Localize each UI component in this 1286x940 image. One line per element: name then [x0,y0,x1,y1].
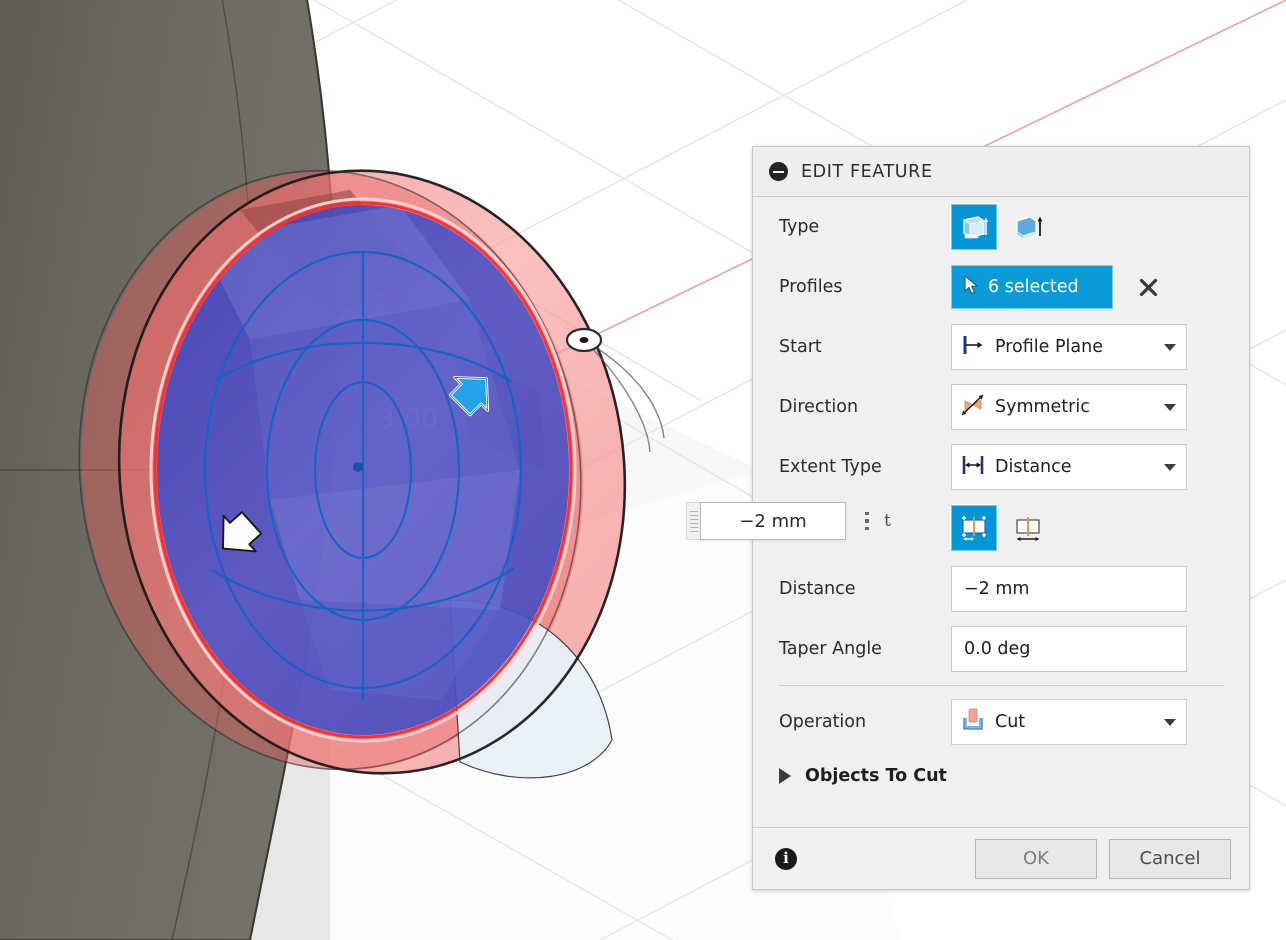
half-length-icon[interactable] [950,504,998,552]
profiles-selection-chip[interactable]: 6 selected [951,265,1113,309]
start-value: Profile Plane [995,337,1103,357]
thin-extrude-icon[interactable] [1005,204,1051,250]
distance-arrow-icon [960,453,986,481]
cancel-button[interactable]: Cancel [1109,838,1231,879]
chevron-down-icon[interactable] [1164,343,1176,351]
objects-to-cut-label: Objects To Cut [805,766,947,786]
operation-value: Cut [995,712,1026,732]
solid-extrude-icon[interactable] [950,203,998,251]
cursor-arrow-icon [963,274,980,300]
panel-title: EDIT FEATURE [801,161,933,182]
distance-input[interactable]: −2 mm [951,566,1187,612]
info-circle-icon[interactable]: i [775,847,797,870]
chevron-down-icon[interactable] [1164,463,1176,471]
ok-button[interactable]: OK [975,838,1097,879]
symmetric-arrows-icon [960,393,986,421]
taper-angle-input[interactable]: 0.0 deg [951,626,1187,672]
row-operation: Operation Cut [753,692,1249,752]
profile-plane-icon [960,333,986,361]
measurement-toggle-group [950,504,1051,552]
row-start: Start Profile Plane [753,317,1249,377]
whole-length-icon[interactable] [1005,505,1051,551]
minimize-circle-icon[interactable] [769,162,788,181]
kebab-menu-icon[interactable] [856,502,878,540]
distance-label: Distance [779,579,856,599]
fusion-cad-window: 3.00 EDIT FEATURE Type Profiles 6 select… [0,0,1286,940]
type-label: Type [779,217,820,237]
start-dropdown[interactable]: Profile Plane [951,324,1187,370]
type-toggle-group [950,203,1051,251]
cut-operation-icon [960,707,986,737]
profiles-label: Profiles [779,277,843,297]
floating-unit-glyph: t [884,511,891,531]
extent-type-label: Extent Type [779,457,882,477]
profiles-chip-text: 6 selected [988,277,1079,297]
chevron-down-icon[interactable] [1164,403,1176,411]
row-direction: Direction Symmetric [753,377,1249,437]
section-divider [779,685,1225,686]
triangle-right-icon[interactable] [779,768,791,784]
taper-angle-label: Taper Angle [779,639,882,659]
viewport-dimension-label: 3.00 [378,404,438,435]
operation-label: Operation [779,712,867,732]
panel-footer: i OK Cancel [753,827,1249,889]
row-type: Type [753,197,1249,257]
direction-label: Direction [779,397,859,417]
row-distance: Distance −2 mm [753,559,1249,619]
floating-distance-input[interactable]: −2 mm [700,502,846,540]
objects-to-cut-group[interactable]: Objects To Cut [753,752,1249,800]
direction-dropdown[interactable]: Symmetric [951,384,1187,430]
panel-header: EDIT FEATURE [753,147,1249,197]
drag-grip-icon[interactable] [686,502,700,540]
row-extent-type: Extent Type Distance [753,437,1249,497]
direction-value: Symmetric [995,397,1090,417]
close-x-icon[interactable] [1135,274,1161,300]
row-taper-angle: Taper Angle 0.0 deg [753,619,1249,679]
operation-dropdown[interactable]: Cut [951,699,1187,745]
floating-distance-input-group: −2 mm t [686,502,891,540]
start-label: Start [779,337,822,357]
viewport-point-marker [565,327,603,353]
extent-type-dropdown[interactable]: Distance [951,444,1187,490]
chevron-down-icon[interactable] [1164,718,1176,726]
extent-type-value: Distance [995,457,1072,477]
row-profiles: Profiles 6 selected [753,257,1249,317]
